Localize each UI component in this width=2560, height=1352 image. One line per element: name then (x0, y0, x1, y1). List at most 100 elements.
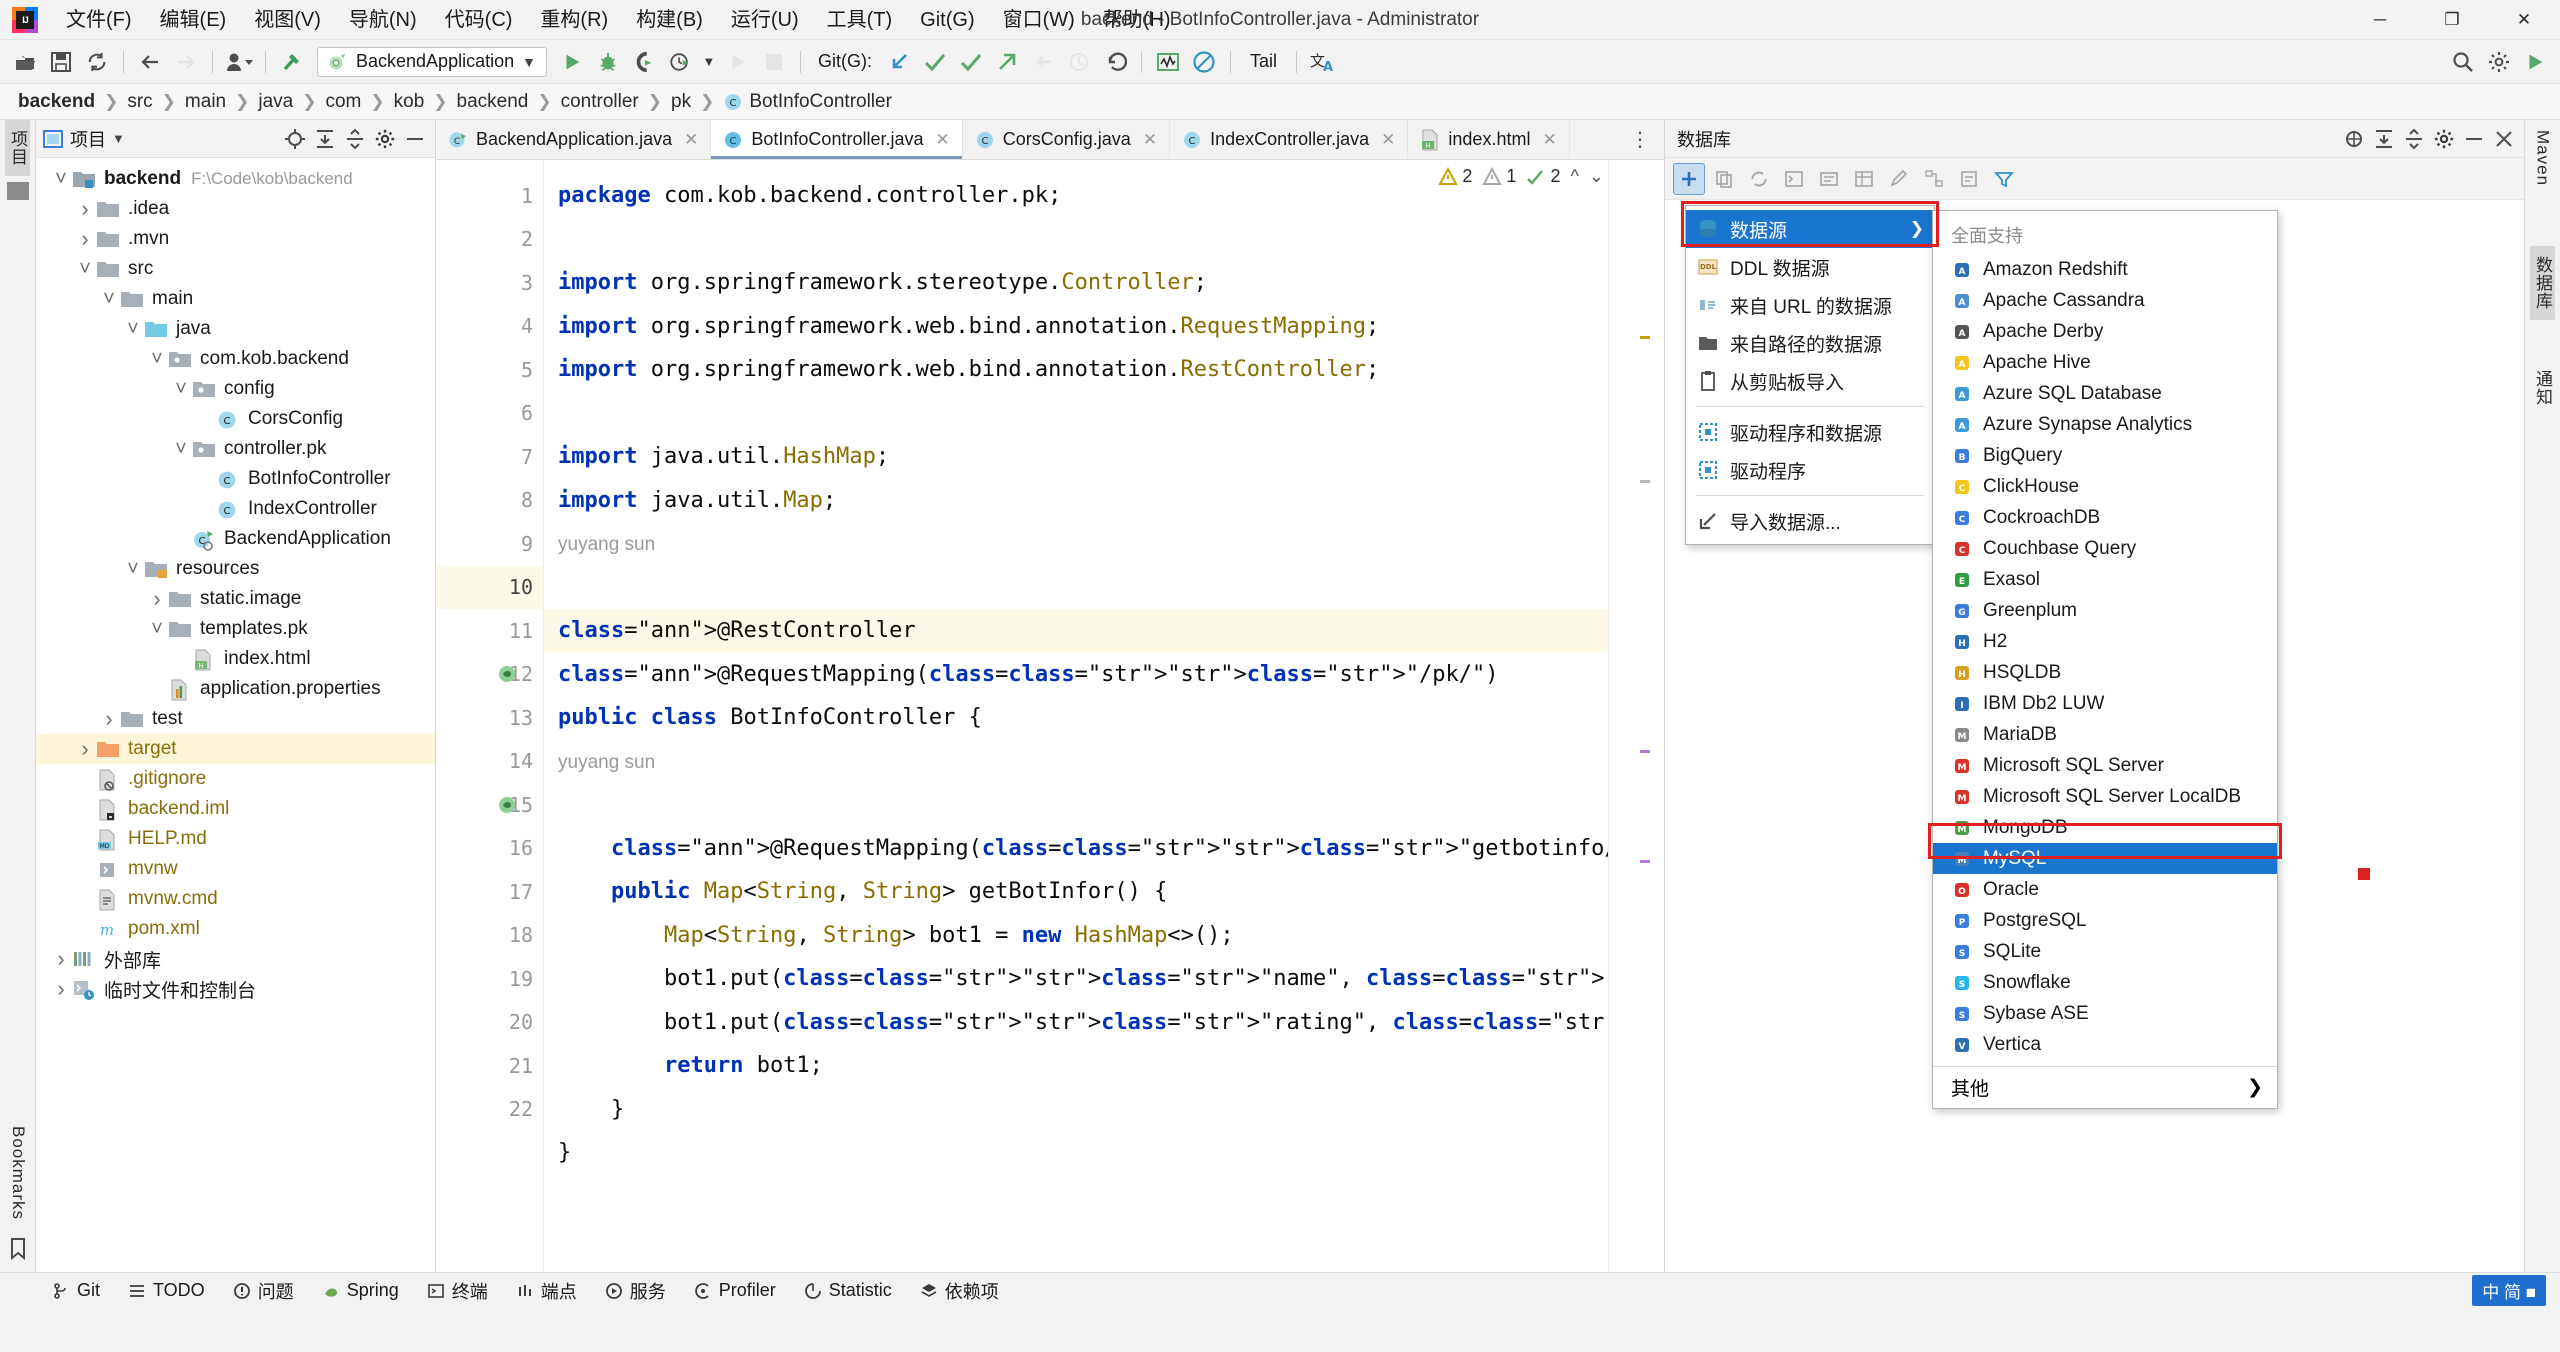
code-line-16[interactable]: Map<String, String> bot1 = new HashMap<>… (558, 914, 1664, 958)
db-menu-item-vertica[interactable]: VVertica (1933, 1029, 2277, 1060)
weak-warning-marker[interactable] (1640, 480, 1650, 483)
db-menu-item-couchbase-query[interactable]: CCouchbase Query (1933, 533, 2277, 564)
maximize-button[interactable]: ❐ (2416, 0, 2488, 40)
debug-icon[interactable] (591, 45, 625, 79)
edit-icon[interactable] (1883, 163, 1915, 195)
db-menu-item-exasol[interactable]: EExasol (1933, 564, 2277, 595)
expand-all-icon[interactable] (311, 125, 339, 153)
minimize-panel-icon[interactable] (2460, 125, 2488, 153)
tool-window-tab-notifications[interactable]: 通知 (2530, 360, 2555, 416)
tree-node-backend[interactable]: ˅backendF:\Code\kob\backend (36, 164, 435, 194)
tree-node-临时文件和控制台[interactable]: ›临时文件和控制台 (36, 974, 435, 1004)
refresh-icon[interactable] (1743, 163, 1775, 195)
breadcrumb-item-4[interactable]: com (321, 89, 365, 115)
tree-node-.mvn[interactable]: ›.mvn (36, 224, 435, 254)
chevron-down-icon[interactable]: ˅ (98, 288, 120, 311)
editor-tab-indexhtml[interactable]: H index.html ✕ (1408, 120, 1569, 159)
chevron-down-icon[interactable]: ˅ (146, 348, 168, 371)
code-line-14[interactable]: class="ann">@RequestMapping(class=class=… (558, 827, 1664, 871)
menu-item-view[interactable]: 视图(V) (240, 6, 335, 34)
db-menu-item-microsoft-sql-server[interactable]: MMicrosoft SQL Server (1933, 750, 2277, 781)
inspection-chevron-up-icon[interactable]: ^ (1570, 166, 1578, 187)
close-panel-icon[interactable] (2490, 125, 2518, 153)
code-line-21[interactable]: } (558, 1131, 1664, 1175)
tree-node-java[interactable]: ˅java (36, 314, 435, 344)
tree-node-config[interactable]: ˅config (36, 374, 435, 404)
table-icon[interactable] (1848, 163, 1880, 195)
db-menu-item-azure-synapse-analytics[interactable]: AAzure Synapse Analytics (1933, 409, 2277, 440)
menu-item-tools[interactable]: 工具(T) (813, 6, 907, 34)
tool-window-tab-database[interactable]: 数据库 (2530, 246, 2555, 320)
gutter-line-14[interactable]: 14 (436, 740, 543, 784)
collapse-all-icon[interactable] (341, 125, 369, 153)
tree-node-controller.pk[interactable]: ˅controller.pk (36, 434, 435, 464)
chevron-right-icon[interactable]: › (74, 196, 96, 222)
status-bar-item-profiler[interactable]: Profiler (682, 1277, 788, 1304)
tree-node-static.image[interactable]: ›static.image (36, 584, 435, 614)
gear-icon[interactable] (371, 125, 399, 153)
chevron-right-icon[interactable]: › (50, 976, 72, 1002)
tree-node-application.properties[interactable]: application.properties (36, 674, 435, 704)
code-line-3[interactable]: import org.springframework.stereotype.Co… (558, 261, 1664, 305)
expand-icon[interactable] (2340, 125, 2368, 153)
menu-item-git[interactable]: Git(G) (906, 6, 988, 34)
chevron-right-icon[interactable]: › (74, 736, 96, 762)
gutter-line-3[interactable]: 3 (436, 261, 543, 305)
status-bar[interactable]: GitTODO问题Spring终端端点服务ProfilerStatistic依赖… (0, 1272, 2560, 1308)
add-datasource-icon[interactable] (1673, 163, 1705, 195)
menu-item-run[interactable]: 运行(U) (717, 6, 813, 34)
gutter-line-16[interactable]: 16 (436, 827, 543, 871)
code-line-20[interactable]: } (558, 1088, 1664, 1132)
right-tool-rail[interactable]: Maven 数据库 通知 (2524, 120, 2560, 1272)
settings-gear-icon[interactable] (2430, 125, 2458, 153)
menu-item-help[interactable]: 帮助(H) (1089, 6, 1185, 34)
close-tab-icon[interactable]: ✕ (936, 130, 950, 150)
code-line-22[interactable] (558, 1175, 1664, 1219)
menu-item-edit[interactable]: 编辑(E) (146, 6, 241, 34)
breadcrumb-item-8[interactable]: pk (667, 89, 695, 115)
gutter-line-12[interactable]: 12 (436, 653, 543, 697)
tree-node-src[interactable]: ˅src (36, 254, 435, 284)
code-line-17[interactable]: bot1.put(class=class="str">"str">class="… (558, 957, 1664, 1001)
status-bar-item-问题[interactable]: 问题 (221, 1275, 306, 1307)
run-anything-icon[interactable] (2518, 45, 2552, 79)
db-menu-item-h2[interactable]: HH2 (1933, 626, 2277, 657)
tree-node-index.html[interactable]: Hindex.html (36, 644, 435, 674)
code-line-9[interactable] (558, 566, 1664, 610)
sync-icon[interactable] (80, 45, 114, 79)
window-controls[interactable]: ─ ❐ ✕ (2344, 0, 2560, 40)
db-menu-item-ibm-db2-luw[interactable]: IIBM Db2 LUW (1933, 688, 2277, 719)
breadcrumb-item-1[interactable]: src (123, 89, 156, 115)
status-bar-item-git[interactable]: Git (40, 1277, 112, 1304)
db-menu-item-snowflake[interactable]: SSnowflake (1933, 967, 2277, 998)
back-arrow-icon[interactable] (133, 45, 167, 79)
locate-icon[interactable] (281, 125, 309, 153)
block-icon[interactable] (1187, 45, 1221, 79)
gutter-line-2[interactable]: 2 (436, 218, 543, 262)
db-menu-item-apache-hive[interactable]: AApache Hive (1933, 347, 2277, 378)
breadcrumb-item-9[interactable]: C BotInfoController (719, 89, 896, 115)
close-tab-icon[interactable]: ✕ (1143, 130, 1157, 150)
close-tab-icon[interactable]: ✕ (1381, 130, 1395, 150)
db-menu-item-microsoft-sql-server-localdb[interactable]: MMicrosoft SQL Server LocalDB (1933, 781, 2277, 812)
minimize-button[interactable]: ─ (2344, 0, 2416, 40)
db-menu-item-sqlite[interactable]: SSQLite (1933, 936, 2277, 967)
editor-gutter[interactable]: 12345678910111213141516171819202122 (436, 160, 544, 1272)
database-type-submenu[interactable]: 全面支持AAmazon RedshiftAApache CassandraAAp… (1932, 210, 2278, 1109)
sql-console-icon[interactable] (1778, 163, 1810, 195)
menu-item-driver-ds[interactable]: 驱动程序和数据源 (1686, 413, 1934, 451)
menu-item-clipboard[interactable]: 从剪贴板导入 (1686, 362, 1934, 400)
tree-node-.gitignore[interactable]: .gitignore (36, 764, 435, 794)
tree-node-resources[interactable]: ˅resources (36, 554, 435, 584)
run-icon[interactable] (555, 45, 589, 79)
code-line-6[interactable] (558, 392, 1664, 436)
editor-tab-backendapplication[interactable]: C BackendApplication.java ✕ (436, 120, 711, 159)
git-push-icon[interactable] (990, 45, 1024, 79)
chevron-down-icon[interactable]: ▼ (112, 131, 125, 146)
status-bar-item-依赖项[interactable]: 依赖项 (908, 1275, 1011, 1307)
main-toolbar[interactable]: BackendApplication ▼ ▼ Git(G): (0, 40, 2560, 84)
code-line-12[interactable]: public class BotInfoController { (558, 696, 1664, 740)
chevron-right-icon[interactable]: › (146, 586, 168, 612)
close-button[interactable]: ✕ (2488, 0, 2560, 40)
run-with-coverage-icon[interactable] (627, 45, 661, 79)
